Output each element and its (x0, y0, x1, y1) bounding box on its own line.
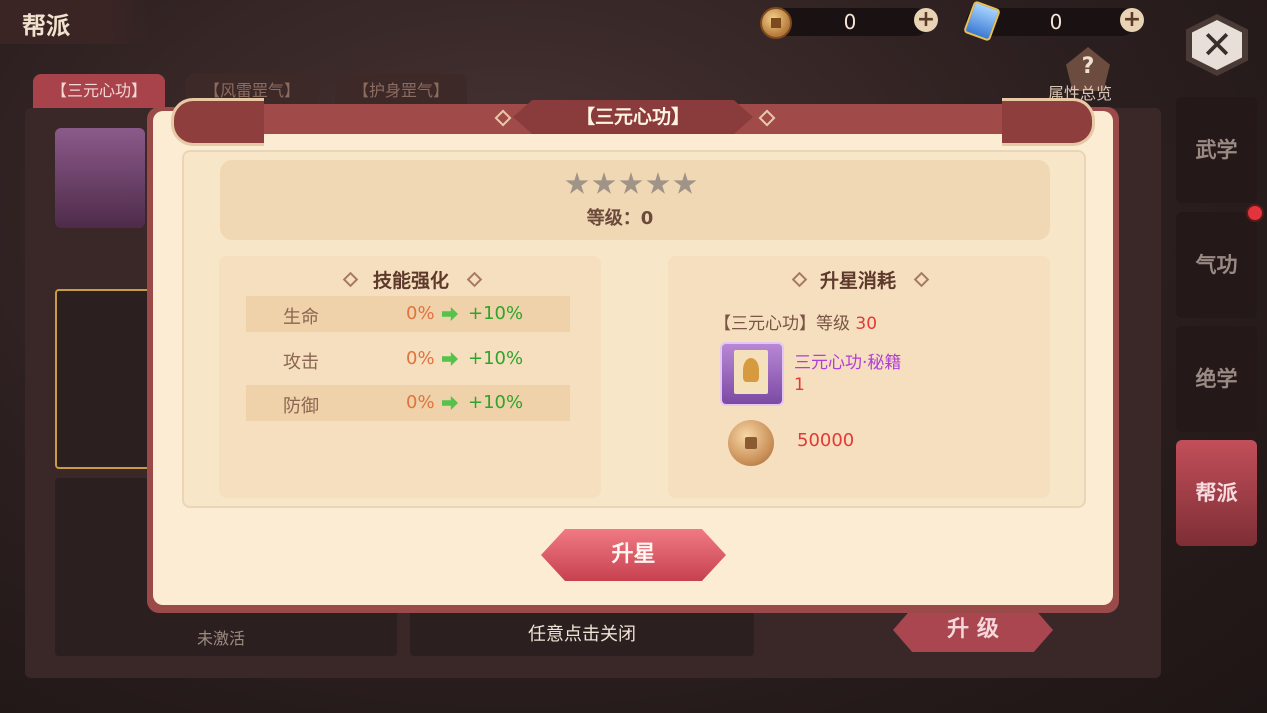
notification-dot (1246, 204, 1264, 222)
inactive-label: 未激活 (197, 629, 246, 648)
stat-label: 攻击 (283, 352, 319, 373)
sidebar-item-juexue[interactable]: 绝学 (1176, 326, 1257, 432)
left-scroll-ornament (171, 98, 264, 146)
requirement-level: 30 (855, 314, 878, 334)
add-coin-button[interactable]: + (914, 8, 938, 32)
level-requirement: 【三元心功】等级 30 (714, 309, 877, 334)
star-icon (673, 172, 697, 194)
arrow-right-icon (442, 352, 458, 366)
modal-header: 【三元心功】 (147, 98, 1119, 146)
upgrade-button[interactable]: 升 级 (893, 608, 1053, 652)
sidebar-item-qigong[interactable]: 气功 (1176, 212, 1257, 318)
stat-next: +10% (468, 348, 524, 369)
star-icon (592, 172, 616, 194)
right-scroll-ornament (1002, 98, 1095, 146)
stat-current: 0% (406, 392, 435, 413)
star-icon (619, 172, 643, 194)
gem-value: 0 (1049, 10, 1063, 34)
arrow-right-icon (442, 396, 458, 410)
dismiss-hint[interactable]: 任意点击关闭 (410, 614, 754, 656)
stat-row: 攻击 0% +10% (246, 341, 570, 377)
gem-resource: 0 + (963, 0, 1144, 42)
close-icon: ✕ (1192, 20, 1242, 70)
stat-next: +10% (468, 303, 524, 324)
page-title: 帮派 (22, 12, 70, 40)
modal-title: 【三元心功】 (513, 100, 753, 134)
stat-next: +10% (468, 392, 524, 413)
stat-label: 生命 (283, 307, 319, 328)
sidebar-item-wuxue[interactable]: 武学 (1176, 97, 1257, 203)
item-count: 1 (794, 375, 805, 395)
skill-book-icon (55, 128, 145, 228)
coin-cost: 50000 (797, 430, 855, 451)
stat-current: 0% (406, 303, 435, 324)
gem-icon (963, 0, 1001, 42)
top-bar: 帮派 0 + 0 + (0, 0, 1267, 44)
tab-sanyuan[interactable]: 【三元心功】 (33, 74, 166, 108)
secret-book-icon[interactable] (720, 342, 784, 406)
arrow-right-icon (442, 307, 458, 321)
coin-icon (760, 7, 792, 39)
requirement-text: 【三元心功】等级 (714, 314, 850, 334)
stat-row: 生命 0% +10% (246, 296, 570, 332)
star-icon (646, 172, 670, 194)
stat-row: 防御 0% +10% (246, 385, 570, 421)
add-gem-button[interactable]: + (1120, 8, 1144, 32)
upstar-cost-title: 升星消耗 (820, 270, 897, 292)
coin-value: 0 (843, 10, 857, 34)
star-icon (565, 172, 589, 194)
star-level: 等级：0 (586, 208, 654, 229)
coin-resource: 0 + (760, 7, 938, 39)
upstar-button[interactable]: 升星 (541, 529, 726, 581)
skill-enhance-title: 技能强化 (373, 270, 450, 292)
sidebar-item-bangpai[interactable]: 帮派 (1176, 440, 1257, 546)
item-name: 三元心功·秘籍 (794, 353, 902, 373)
coin-icon (728, 420, 774, 466)
star-rating (565, 172, 705, 200)
stat-current: 0% (406, 348, 435, 369)
stat-label: 防御 (283, 396, 319, 417)
